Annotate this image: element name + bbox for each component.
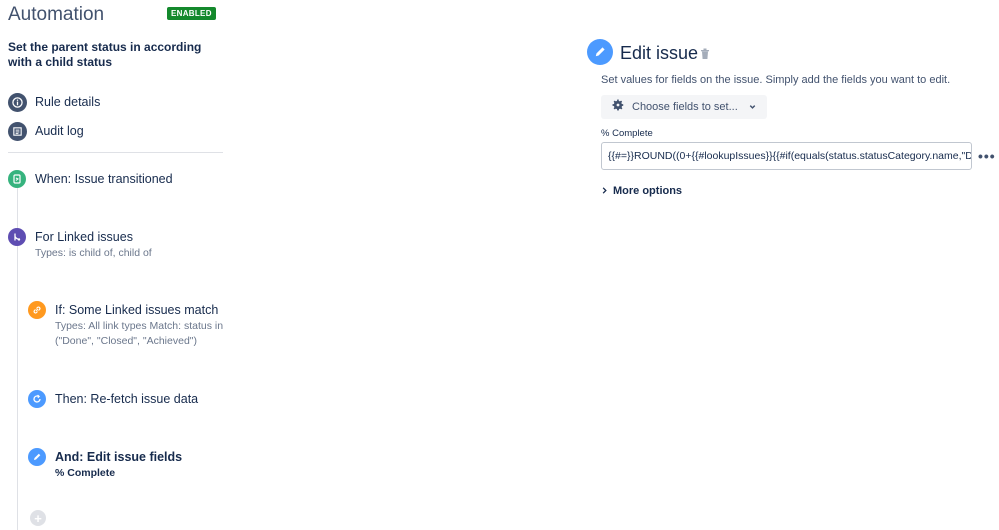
link-icon [28, 301, 46, 319]
percent-complete-input[interactable]: {{#=}}ROUND((0+{{#lookupIssues}}{{#if(eq… [601, 142, 972, 170]
gear-icon [611, 98, 625, 117]
choose-fields-label: Choose fields to set... [632, 101, 738, 113]
nav-label: Rule details [35, 95, 101, 109]
step-title: And: Edit issue fields [55, 450, 183, 464]
list-icon [8, 121, 27, 141]
step-edit[interactable]: And: Edit issue fields % Complete [28, 448, 182, 481]
nav-rule-details[interactable]: Rule details [8, 92, 100, 112]
refresh-icon [28, 390, 46, 408]
step-condition[interactable]: If: Some Linked issues match Types: All … [28, 301, 228, 349]
app-title: Automation [8, 4, 105, 25]
nav-audit-log[interactable]: Audit log [8, 121, 84, 141]
step-subtitle: % Complete [55, 467, 116, 479]
step-subtitle: Types: All link types Match: status in (… [55, 320, 224, 347]
step-branch[interactable]: For Linked issues Types: is child of, ch… [8, 228, 152, 261]
chevron-right-icon [601, 182, 608, 200]
rule-name: Set the parent status in according with … [8, 40, 202, 69]
pencil-icon [587, 39, 613, 65]
editor-description: Set values for fields on the issue. Simp… [601, 74, 951, 86]
editor-title: Edit issue [620, 43, 699, 63]
rule-sidebar: Automation ENABLED Set the parent status… [0, 0, 230, 530]
divider [8, 152, 223, 153]
plus-icon: + [34, 510, 42, 526]
step-title: Then: Re-fetch issue data [55, 392, 199, 406]
info-icon [8, 92, 27, 112]
pencil-icon [28, 448, 46, 466]
more-actions-button[interactable]: ••• [978, 148, 996, 164]
nav-label: Audit log [35, 124, 84, 138]
more-options-label: More options [613, 185, 683, 197]
add-component-button[interactable]: + [30, 510, 46, 526]
status-badge: ENABLED [167, 7, 216, 20]
step-title: When: Issue transitioned [35, 172, 173, 186]
step-title: If: Some Linked issues match [55, 303, 219, 317]
step-title: For Linked issues [35, 230, 133, 244]
step-refetch[interactable]: Then: Re-fetch issue data [28, 390, 198, 408]
trash-icon[interactable] [700, 47, 710, 65]
step-trigger[interactable]: When: Issue transitioned [8, 170, 173, 188]
trigger-icon [8, 170, 26, 188]
chevron-down-icon [748, 98, 757, 116]
step-subtitle: Types: is child of, child of [35, 247, 152, 259]
field-label: % Complete [601, 128, 653, 139]
choose-fields-dropdown[interactable]: Choose fields to set... [601, 95, 767, 119]
branch-icon [8, 228, 26, 246]
more-options-toggle[interactable]: More options [601, 182, 682, 200]
